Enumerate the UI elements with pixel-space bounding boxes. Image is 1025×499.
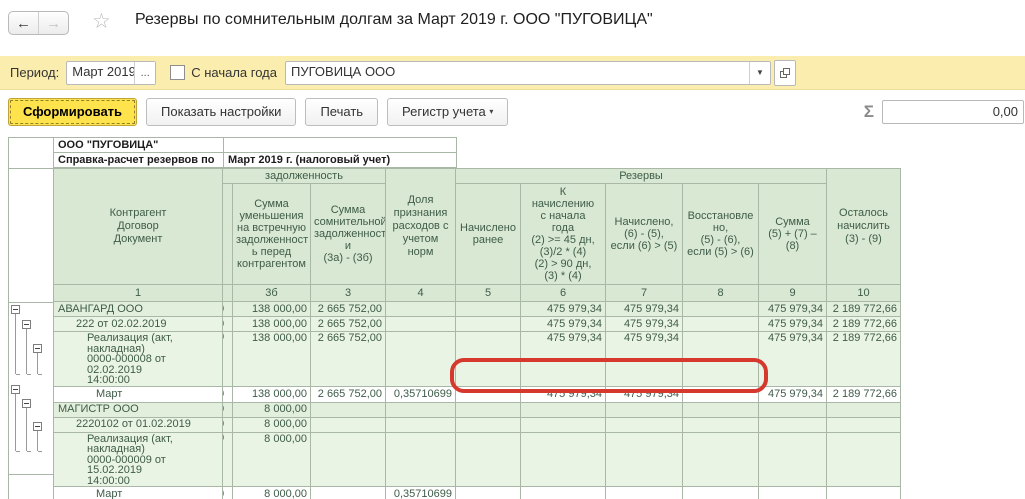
app-window: ← → ☆ Резервы по сомнительным долгам за … xyxy=(0,0,1025,499)
history-nav: ← → xyxy=(8,11,69,35)
company-dropdown-button[interactable]: ▼ xyxy=(749,62,770,84)
period-label: Период: xyxy=(10,65,59,80)
table-row: АВАНГАРД ООО 0 138 000,00 2 665 752,00 4… xyxy=(54,302,901,317)
col-header-restored: Восстановле но, (5) - (6), если (5) > (6… xyxy=(683,184,759,285)
page-title: Резервы по сомнительным долгам за Март 2… xyxy=(135,11,653,29)
generate-button[interactable]: Сформировать xyxy=(8,98,137,126)
open-in-form-icon xyxy=(779,67,791,79)
col-header-to-accrue: К начислению с начала года (2) >= 45 дн,… xyxy=(521,184,606,285)
company-value: ПУГОВИЦА ООО xyxy=(286,62,749,84)
column-numbers-row: 1 3б 3 4 5 6 7 8 9 10 xyxy=(54,285,901,302)
report-subtitle-left[interactable]: Справка-расчет резервов по xyxy=(54,153,224,168)
report-title-block: ООО "ПУГОВИЦА" Справка-расчет резервов п… xyxy=(53,137,457,168)
band-debt: задолженность xyxy=(223,169,386,184)
col-header-accrued: Начислено, (6) - (5), если (6) > (5) xyxy=(606,184,683,285)
table-row: 222 от 02.02.2019 0 138 000,00 2 665 752… xyxy=(54,317,901,332)
table-row: Март 0 8 000,00 0,35710699 xyxy=(54,487,901,499)
chevron-down-icon: ▾ xyxy=(489,107,493,116)
print-button[interactable]: Печать xyxy=(305,98,378,126)
report-org-name[interactable]: ООО "ПУГОВИЦА" xyxy=(54,138,224,153)
col-header-doubtful: Сумма сомнительной задолженност и (3а) -… xyxy=(311,184,386,285)
company-input[interactable]: ПУГОВИЦА ООО ▼ xyxy=(285,61,771,85)
period-input[interactable]: Март 2019 ... xyxy=(66,61,156,85)
period-picker-button[interactable]: ... xyxy=(134,62,155,84)
report-table: Контрагент Договор Документ задолженност… xyxy=(53,168,901,499)
chevron-down-icon: ▼ xyxy=(756,68,764,77)
table-row: Реализация (акт, накладная) 0000-000008 … xyxy=(54,332,901,387)
sum-value: 0,00 xyxy=(993,104,1018,119)
collapse-group-toggle[interactable] xyxy=(22,399,31,408)
table-row: 2220102 от 01.02.2019 0 8 000,00 xyxy=(54,417,901,432)
collapse-group-toggle[interactable] xyxy=(11,385,20,394)
year-start-checkbox[interactable] xyxy=(170,65,185,80)
company-open-button[interactable] xyxy=(774,60,796,86)
sum-input[interactable]: 0,00 xyxy=(882,100,1024,124)
band-reserves: Резервы xyxy=(456,169,827,184)
forward-arrow-icon: → xyxy=(46,15,61,32)
col-header-share: Доля признания расходов с учетом норм xyxy=(386,169,456,285)
col-header-sum: Сумма (5) + (7) – (8) xyxy=(759,184,827,285)
show-settings-button[interactable]: Показать настройки xyxy=(146,98,296,126)
back-arrow-icon: ← xyxy=(16,15,31,32)
col-header-remaining: Осталось начислить (3) - (9) xyxy=(827,169,901,285)
year-start-label: С начала года xyxy=(191,65,277,80)
forward-button[interactable]: → xyxy=(39,12,68,34)
collapse-group-toggle[interactable] xyxy=(33,422,42,431)
favorite-star-icon[interactable]: ☆ xyxy=(92,11,111,33)
period-value: Март 2019 xyxy=(67,62,134,84)
register-label: Регистр учета xyxy=(402,104,486,119)
table-row: МАГИСТР ООО 0 8 000,00 xyxy=(54,402,901,417)
report-toolbar: Сформировать Показать настройки Печать Р… xyxy=(0,96,1025,127)
report-subtitle-right[interactable]: Март 2019 г. (налоговый учет) xyxy=(224,153,457,168)
header-band-row: Контрагент Договор Документ задолженност… xyxy=(54,169,901,184)
period-bar: Период: Март 2019 ... С начала года ПУГО… xyxy=(0,56,1025,90)
back-button[interactable]: ← xyxy=(9,12,39,34)
col-header-accrued-before: Начислено ранее xyxy=(456,184,521,285)
col-header-reduction: Сумма уменьшения на встречную задолженно… xyxy=(233,184,311,285)
collapse-group-toggle[interactable] xyxy=(22,320,31,329)
report-area: ООО "ПУГОВИЦА" Справка-расчет резервов п… xyxy=(8,137,908,499)
collapse-group-toggle[interactable] xyxy=(11,305,20,314)
collapse-group-toggle[interactable] xyxy=(33,344,42,353)
col-header-counterparty: Контрагент Договор Документ xyxy=(54,169,223,285)
register-menu-button[interactable]: Регистр учета ▾ xyxy=(387,98,508,126)
table-row: Реализация (акт, накладная) 0000-000009 … xyxy=(54,432,901,487)
table-row-highlighted: Март 0 138 000,00 2 665 752,00 0,3571069… xyxy=(54,386,901,402)
sigma-icon: Σ xyxy=(864,102,874,122)
